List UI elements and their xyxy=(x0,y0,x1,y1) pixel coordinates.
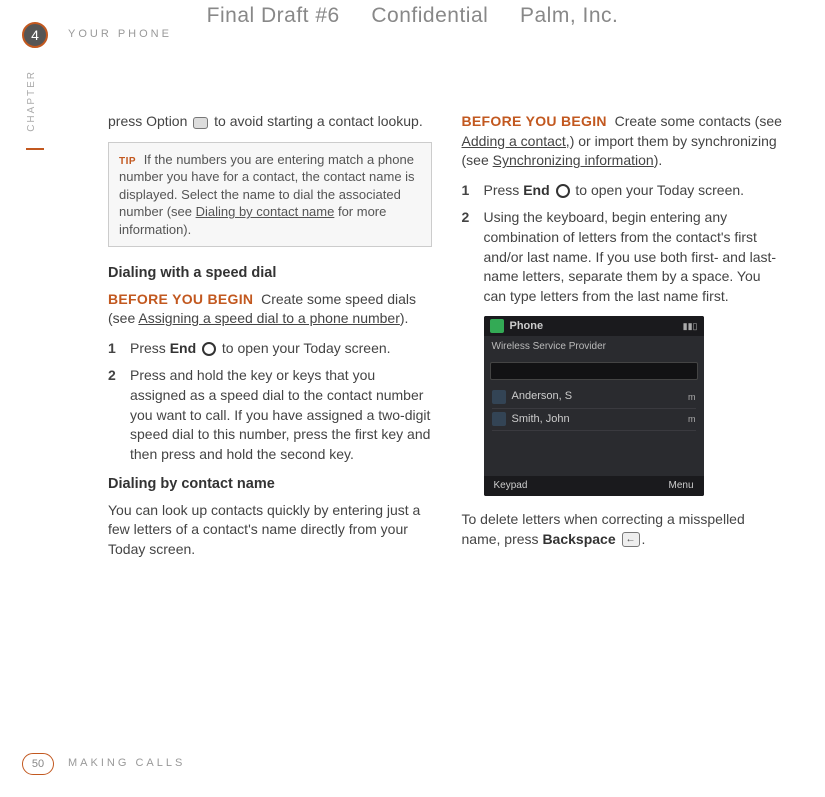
contact-name: Anderson, S xyxy=(512,389,573,404)
contact-tag: m xyxy=(688,413,696,426)
phone-titlebar: Phone ▮▮▯ xyxy=(484,316,704,336)
phone-app-title: Phone xyxy=(510,319,544,334)
step-body: Press and hold the key or keys that you … xyxy=(130,366,432,464)
step-bold: End xyxy=(170,340,196,356)
end-key-icon xyxy=(556,184,570,198)
search-input xyxy=(490,362,698,380)
link-adding-contact[interactable]: Adding a contact, xyxy=(462,133,570,149)
step-number: 2 xyxy=(462,208,484,306)
byb-body-b: ). xyxy=(400,310,409,326)
intro-text-b: to avoid starting a contact lookup. xyxy=(214,113,423,129)
contact-name-paragraph: You can look up contacts quickly by ente… xyxy=(108,501,432,560)
backspace-bold: Backspace xyxy=(542,531,615,547)
contact-row: Smith, John m xyxy=(492,409,696,431)
step-body: Using the keyboard, begin entering any c… xyxy=(484,208,786,306)
top-watermark: Final Draft #6 Confidential Palm, Inc. xyxy=(0,4,825,28)
page-number: 50 xyxy=(32,758,44,770)
backspace-key-icon: ← xyxy=(622,532,640,547)
confidential-label: Confidential xyxy=(371,4,488,27)
step-number: 1 xyxy=(462,181,484,201)
byb-link[interactable]: Assigning a speed dial to a phone number xyxy=(138,310,400,326)
step-number: 1 xyxy=(108,339,130,359)
step-body: Press End to open your Today screen. xyxy=(484,181,786,201)
start-icon xyxy=(490,319,504,333)
softkey-left: Keypad xyxy=(494,479,528,493)
contact-icon xyxy=(492,390,506,404)
option-key-icon xyxy=(193,117,208,129)
left-column: press Option to avoid starting a contact… xyxy=(108,112,432,569)
byb-label: BEFORE YOU BEGIN xyxy=(108,291,253,307)
contact-row: Anderson, S m xyxy=(492,386,696,408)
tip-label: TIP xyxy=(119,156,136,167)
contact-list: Anderson, S m Smith, John m xyxy=(484,384,704,433)
intro-paragraph: press Option to avoid starting a contact… xyxy=(108,112,432,132)
tip-link[interactable]: Dialing by contact name xyxy=(196,204,335,219)
company-label: Palm, Inc. xyxy=(520,4,618,27)
signal-icon: ▮▮▯ xyxy=(683,320,698,333)
chapter-number-badge: 4 xyxy=(22,22,48,48)
heading-speed-dial: Dialing with a speed dial xyxy=(108,263,432,283)
heading-contact-name: Dialing by contact name xyxy=(108,474,432,494)
content-columns: press Option to avoid starting a contact… xyxy=(108,112,785,569)
intro-text-a: press Option xyxy=(108,113,191,129)
chapter-number: 4 xyxy=(31,27,39,43)
step-body: Press End to open your Today screen. xyxy=(130,339,432,359)
steps-right: 1 Press End to open your Today screen. 2… xyxy=(462,181,786,307)
section-title-top: YOUR PHONE xyxy=(68,28,172,40)
byb-speed-dial: BEFORE YOU BEGIN Create some speed dials… xyxy=(108,290,432,329)
steps-left: 1 Press End to open your Today screen. 2… xyxy=(108,339,432,465)
phone-softkeys: Keypad Menu xyxy=(484,476,704,496)
phone-screenshot: Phone ▮▮▯ Wireless Service Provider Ande… xyxy=(484,316,704,496)
end-key-icon xyxy=(202,342,216,356)
list-item: 2 Using the keyboard, begin entering any… xyxy=(462,208,786,306)
step-number: 2 xyxy=(108,366,130,464)
draft-label: Final Draft #6 xyxy=(207,4,340,27)
contact-icon xyxy=(492,412,506,426)
contact-name: Smith, John xyxy=(512,412,570,427)
right-column: BEFORE YOU BEGIN Create some contacts (s… xyxy=(462,112,786,569)
provider-label: Wireless Service Provider xyxy=(484,336,704,358)
list-item: 2 Press and hold the key or keys that yo… xyxy=(108,366,432,464)
list-item: 1 Press End to open your Today screen. xyxy=(462,181,786,201)
footer-section-title: MAKING CALLS xyxy=(68,757,185,769)
byb-right: BEFORE YOU BEGIN Create some contacts (s… xyxy=(462,112,786,171)
step-bold: End xyxy=(523,182,549,198)
page-number-badge: 50 xyxy=(22,753,54,775)
byb-label: BEFORE YOU BEGIN xyxy=(462,113,607,129)
tip-box: TIP If the numbers you are entering matc… xyxy=(108,142,432,248)
chapter-label-vertical: CHAPTER xyxy=(26,70,37,132)
list-item: 1 Press End to open your Today screen. xyxy=(108,339,432,359)
contact-tag: m xyxy=(688,391,696,404)
link-sync-info[interactable]: Synchronizing information xyxy=(493,152,654,168)
side-accent-dash xyxy=(26,148,44,150)
tail-paragraph: To delete letters when correcting a miss… xyxy=(462,510,786,549)
softkey-right: Menu xyxy=(668,479,693,493)
